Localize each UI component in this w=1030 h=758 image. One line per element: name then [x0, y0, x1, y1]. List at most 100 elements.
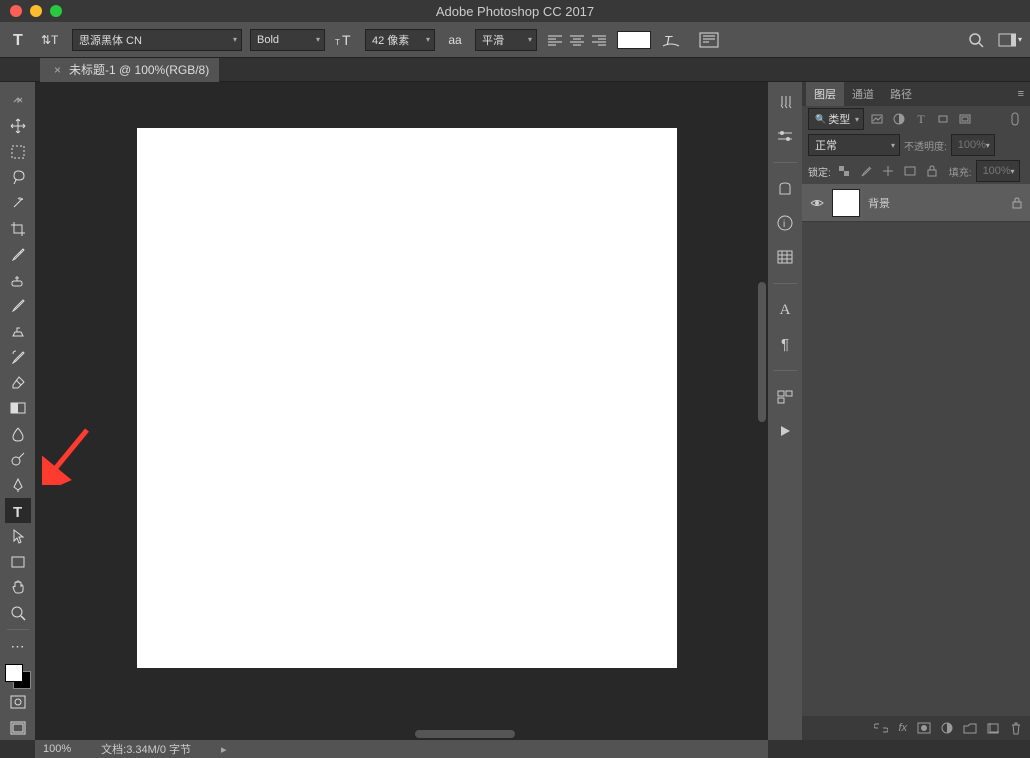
- magic-wand-tool[interactable]: [5, 191, 31, 216]
- filter-adjustment-icon[interactable]: [890, 110, 908, 128]
- hand-tool[interactable]: [5, 575, 31, 600]
- layer-style-icon[interactable]: fx: [898, 722, 907, 734]
- crop-tool[interactable]: [5, 216, 31, 241]
- status-arrow-icon[interactable]: ▸: [221, 743, 227, 756]
- rectangle-tool[interactable]: [5, 550, 31, 575]
- dodge-tool[interactable]: [5, 447, 31, 472]
- healing-brush-tool[interactable]: [5, 267, 31, 292]
- new-layer-icon[interactable]: [987, 722, 1000, 734]
- opacity-input[interactable]: 100% ▾: [951, 134, 995, 156]
- font-size-dropdown[interactable]: 42 像素 ▾: [365, 29, 435, 51]
- lock-image-icon[interactable]: [857, 162, 875, 180]
- layer-name: 背景: [868, 195, 890, 211]
- layer-mask-icon[interactable]: [917, 722, 931, 734]
- layer-item[interactable]: 背景: [802, 184, 1030, 222]
- adjustments-panel-icon[interactable]: [773, 124, 797, 148]
- adjustment-layer-icon[interactable]: [941, 722, 953, 734]
- layers-list: 背景: [802, 184, 1030, 716]
- lock-transparency-icon[interactable]: [835, 162, 853, 180]
- close-tab-icon[interactable]: ×: [54, 63, 61, 77]
- canvas[interactable]: [137, 128, 677, 668]
- marquee-tool[interactable]: [5, 139, 31, 164]
- document-tab-title: 未标题-1 @ 100%(RGB/8): [69, 61, 209, 78]
- layer-thumbnail[interactable]: [832, 189, 860, 217]
- warp-text-icon[interactable]: T: [659, 28, 683, 52]
- workspace-switcher-icon[interactable]: ▾: [998, 28, 1022, 52]
- path-selection-tool[interactable]: [5, 524, 31, 549]
- lock-artboard-icon[interactable]: [901, 162, 919, 180]
- gradient-tool[interactable]: [5, 396, 31, 421]
- filter-type-icon[interactable]: T: [912, 110, 930, 128]
- align-right-button[interactable]: [589, 30, 609, 50]
- info-panel-icon[interactable]: i: [773, 211, 797, 235]
- lock-position-icon[interactable]: [879, 162, 897, 180]
- lasso-tool[interactable]: [5, 165, 31, 190]
- align-center-button[interactable]: [567, 30, 587, 50]
- dock-separator: [773, 283, 797, 284]
- font-weight-dropdown[interactable]: Bold ▾: [250, 29, 325, 51]
- search-icon[interactable]: [964, 28, 988, 52]
- close-window-button[interactable]: [10, 5, 22, 17]
- vertical-scrollbar[interactable]: [758, 282, 766, 422]
- screen-mode-tool[interactable]: [5, 715, 31, 740]
- fill-input[interactable]: 100% ▾: [976, 160, 1020, 182]
- lock-icon[interactable]: [1012, 197, 1022, 209]
- align-left-button[interactable]: [545, 30, 565, 50]
- fill-label: 填充:: [949, 164, 972, 179]
- paths-tab[interactable]: 路径: [882, 82, 920, 106]
- layers-tab[interactable]: 图层: [806, 82, 844, 106]
- move-tool[interactable]: [5, 114, 31, 139]
- eraser-tool[interactable]: [5, 370, 31, 395]
- glyphs-panel-icon[interactable]: [773, 385, 797, 409]
- svg-text:⇅T: ⇅T: [41, 33, 59, 47]
- text-color-swatch[interactable]: [617, 31, 651, 49]
- clone-stamp-tool[interactable]: [5, 319, 31, 344]
- filter-pixel-icon[interactable]: [868, 110, 886, 128]
- delete-layer-icon[interactable]: [1010, 722, 1022, 735]
- type-tool[interactable]: T: [5, 498, 31, 523]
- paragraph-panel-icon[interactable]: ¶: [773, 332, 797, 356]
- brush-tool[interactable]: [5, 293, 31, 318]
- link-layers-icon[interactable]: [874, 723, 888, 733]
- character-panel-icon[interactable]: A: [773, 298, 797, 322]
- blend-mode-dropdown[interactable]: 正常 ▾: [808, 134, 900, 156]
- eyedropper-tool[interactable]: [5, 242, 31, 267]
- filter-toggle-icon[interactable]: [1006, 110, 1024, 128]
- lock-all-icon[interactable]: [923, 162, 941, 180]
- swatches-panel-icon[interactable]: [773, 245, 797, 269]
- filter-smart-icon[interactable]: [956, 110, 974, 128]
- chevron-down-icon: ▾: [426, 35, 430, 44]
- blur-tool[interactable]: [5, 421, 31, 446]
- minimize-window-button[interactable]: [30, 5, 42, 17]
- canvas-area[interactable]: [35, 82, 768, 740]
- channels-tab[interactable]: 通道: [844, 82, 882, 106]
- antialiasing-dropdown[interactable]: 平滑 ▾: [475, 29, 537, 51]
- play-icon[interactable]: [773, 419, 797, 443]
- brushes-panel-icon[interactable]: [773, 90, 797, 114]
- horizontal-scrollbar[interactable]: [415, 730, 515, 738]
- quick-mask-tool[interactable]: [5, 690, 31, 715]
- options-bar: T ⇅T 思源黑体 CN ▾ Bold ▾ TT 42 像素 ▾ aa 平滑 ▾…: [0, 22, 1030, 58]
- zoom-level[interactable]: 100%: [43, 743, 71, 755]
- document-tab[interactable]: × 未标题-1 @ 100%(RGB/8): [40, 58, 219, 82]
- history-brush-tool[interactable]: [5, 344, 31, 369]
- filter-shape-icon[interactable]: [934, 110, 952, 128]
- font-family-dropdown[interactable]: 思源黑体 CN ▾: [72, 29, 242, 51]
- group-icon[interactable]: [963, 723, 977, 734]
- character-panel-icon[interactable]: [697, 28, 721, 52]
- text-orientation-icon[interactable]: ⇅T: [40, 28, 64, 52]
- pen-tool[interactable]: [5, 473, 31, 498]
- libraries-panel-icon[interactable]: [773, 177, 797, 201]
- zoom-tool[interactable]: [5, 601, 31, 626]
- layer-visibility-icon[interactable]: [810, 198, 824, 208]
- maximize-window-button[interactable]: [50, 5, 62, 17]
- foreground-color[interactable]: [5, 664, 23, 682]
- edit-toolbar-icon[interactable]: ⋯: [5, 634, 31, 659]
- panel-menu-icon[interactable]: ≡: [1018, 88, 1030, 100]
- color-picker[interactable]: [5, 664, 31, 689]
- tool-preset-icon[interactable]: T: [8, 28, 32, 52]
- expand-tools-icon[interactable]: [5, 88, 31, 113]
- filter-type-dropdown[interactable]: 🔍类型 ▾: [808, 108, 864, 130]
- tools-panel: T ⋯: [0, 82, 35, 740]
- doc-info[interactable]: 文档:3.34M/0 字节: [101, 741, 191, 757]
